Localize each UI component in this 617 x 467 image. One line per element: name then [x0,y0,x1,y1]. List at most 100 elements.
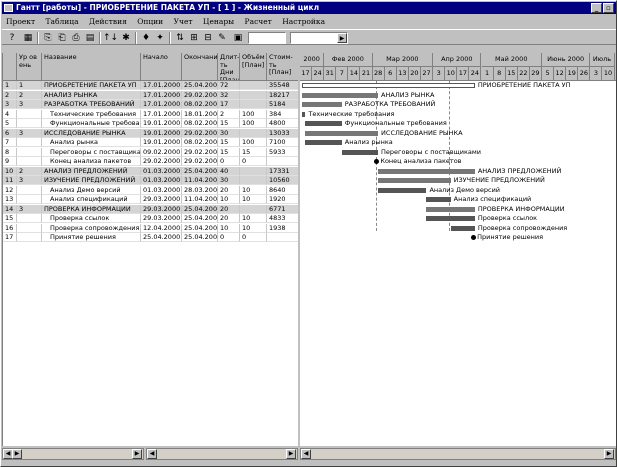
help-icon[interactable]: ? [5,32,19,44]
end-cell[interactable]: 25.04.2000 [182,81,218,90]
start-cell[interactable]: 17.01.2000 [141,81,182,90]
name-cell[interactable]: Принятие решения [42,233,141,242]
milestone-marker[interactable] [374,159,380,164]
row-number[interactable]: 6 [3,128,17,138]
end-cell[interactable]: 08.02.2000 [182,100,218,109]
summary-bar[interactable] [302,102,342,107]
start-cell[interactable]: 25.04.2000 [141,233,182,242]
end-cell[interactable]: 08.02.2000 [182,119,218,128]
end-cell[interactable]: 25.04.2000 [182,166,218,176]
name-cell[interactable]: АНАЛИЗ РЫНКА [42,90,141,100]
critical-path-icon[interactable]: ✦ [153,32,167,44]
cost-cell[interactable]: 4800 [267,119,298,128]
menu-calculation[interactable]: Расчет [241,17,276,26]
milestone-marker[interactable] [471,235,477,240]
start-cell[interactable]: 29.02.2000 [141,157,182,166]
start-cell[interactable]: 17.01.2000 [141,100,182,109]
menu-scenarios[interactable]: Ценары [199,17,238,26]
start-cell[interactable]: 17.01.2000 [141,109,182,119]
scroll-left-icon[interactable]: ◀ [301,449,311,459]
row-number[interactable]: 9 [3,157,17,166]
level-cell[interactable] [17,195,42,204]
volume-cell[interactable]: 0 [240,233,267,242]
table-row[interactable]: 9 Конец анализа пакетов 29.02.2000 29.02.20… [3,157,298,166]
cost-cell[interactable]: 18217 [267,91,298,100]
name-cell[interactable]: ПРОВЕРКА ИНФОРМАЦИИ [42,204,141,214]
duration-cell[interactable]: 0 [218,157,240,166]
col-header-cost[interactable]: Стоим-ть [План] [267,53,298,81]
row-number[interactable]: 3 [3,100,17,109]
cost-cell[interactable]: 384 [267,110,298,119]
name-cell[interactable]: АНАЛИЗ ПРЕДЛОЖЕНИЙ [42,166,141,176]
start-cell[interactable]: 12.04.2000 [141,223,182,233]
scroll-left-icon[interactable]: ◀ [147,449,157,459]
level-cell[interactable] [17,109,42,119]
horizontal-scrollbar-middle[interactable]: ◀ ▶ [146,448,298,460]
level-cell[interactable]: 1 [17,81,42,90]
cost-cell[interactable]: 4833 [267,214,298,223]
start-cell[interactable]: 19.01.2000 [141,138,182,147]
scale-combo[interactable] [248,32,286,44]
zoom-out-icon[interactable]: ⊟ [201,32,215,44]
level-cell[interactable] [17,119,42,128]
col-header-duration[interactable]: Длит-ть Дни [План] [218,53,240,81]
summary-bar[interactable] [378,168,475,174]
name-cell[interactable]: Конец анализа пакетов [42,157,141,166]
cost-cell[interactable]: 10560 [267,176,298,185]
col-header-start[interactable]: Начало [141,53,182,81]
cost-cell[interactable]: 35548 [267,81,298,90]
row-number[interactable]: 1 [3,81,17,90]
summary-bar[interactable] [426,206,475,212]
duration-cell[interactable]: 17 [218,100,240,109]
col-header-end[interactable]: Окончание [182,53,218,81]
end-cell[interactable]: 11.04.2000 [182,176,218,185]
task-bar[interactable] [305,140,342,145]
menu-accounting[interactable]: Учет [170,17,197,26]
row-number[interactable]: 13 [3,195,17,204]
name-cell[interactable]: Анализ спецификаций [42,195,141,204]
table-row[interactable]: 13 Анализ спецификаций 29.03.2000 11.04.200… [3,195,298,204]
cost-cell[interactable]: 17331 [267,167,298,176]
level-cell[interactable] [17,157,42,166]
menu-options[interactable]: Опции [133,17,167,26]
cost-cell[interactable]: 5933 [267,148,298,157]
start-cell[interactable]: 01.03.2000 [141,166,182,176]
name-cell[interactable]: Анализ Демо версий [42,185,141,195]
name-cell[interactable]: ИЗУЧЕНИЕ ПРЕДЛОЖЕНИЙ [42,176,141,185]
cost-cell[interactable]: 1920 [267,195,298,204]
table-row[interactable]: 2 2 АНАЛИЗ РЫНКА 17.01.2000 29.02.2000 32 1821… [3,90,298,100]
table-row[interactable]: 3 3 РАЗРАБОТКА ТРЕБОВАНИЙ 17.01.2000 08.02.2… [3,100,298,109]
row-number[interactable]: 10 [3,166,17,176]
col-header-level[interactable]: Ур ов ень [17,53,42,81]
horizontal-scrollbar-gantt[interactable]: ◀ ▶ [300,448,616,460]
table-row[interactable]: 4 Технические требования 17.01.2000 18.01.2… [3,109,298,119]
row-number[interactable]: 7 [3,138,17,147]
volume-cell[interactable]: 100 [240,109,267,119]
name-cell[interactable]: Анализ рынка [42,138,141,147]
start-cell[interactable]: 09.02.2000 [141,147,182,157]
volume-cell[interactable]: 10 [240,214,267,223]
filter-icon[interactable]: ✱ [119,32,133,44]
menu-actions[interactable]: Действия [85,17,131,26]
name-cell[interactable]: Функциональные требования [42,119,141,128]
level-cell[interactable]: 3 [17,176,42,185]
start-cell[interactable]: 17.01.2000 [141,90,182,100]
start-cell[interactable]: 29.03.2000 [141,204,182,214]
volume-cell[interactable]: 15 [240,147,267,157]
name-cell[interactable]: Проверка ссылок [42,214,141,223]
end-cell[interactable]: 25.04.2000 [182,233,218,242]
restore-button[interactable]: ▫ [603,3,614,13]
name-cell[interactable]: Переговоры с поставщиками [42,147,141,157]
volume-cell[interactable]: 10 [240,223,267,233]
scroll-right-icon[interactable]: ▶ [12,449,22,459]
task-bar[interactable] [426,216,475,221]
table-row[interactable]: 8 Переговоры с поставщиками 09.02.2000 29.0… [3,147,298,157]
row-number[interactable]: 8 [3,147,17,157]
cost-cell[interactable]: 6771 [267,205,298,214]
cost-cell[interactable]: 1938 [267,224,298,233]
col-header-name[interactable]: Название [42,53,141,81]
scroll-right-icon[interactable]: ▶ [286,449,296,459]
level-cell[interactable]: 3 [17,128,42,138]
start-cell[interactable]: 29.03.2000 [141,214,182,223]
table-row[interactable]: 17 Принятие решения 25.04.2000 25.04.2000 0 0 [3,233,298,242]
